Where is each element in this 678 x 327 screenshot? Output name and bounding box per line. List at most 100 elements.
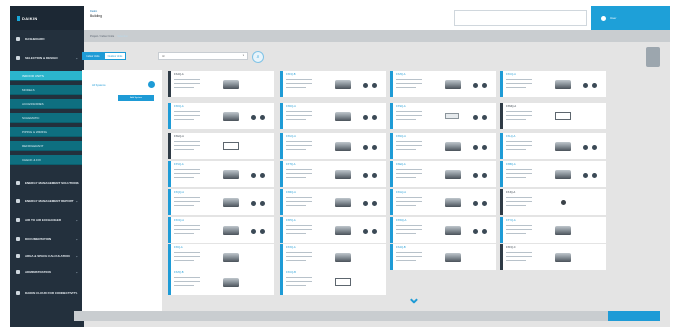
product-name: FXAQ-A — [174, 73, 184, 76]
product-card[interactable]: FXJQ-A — [500, 189, 606, 215]
product-card[interactable]: FXFQ-C — [500, 244, 606, 270]
product-card[interactable]: FXBQ-A — [500, 161, 606, 187]
search-button[interactable]: ⌕ — [252, 51, 264, 63]
product-card[interactable]: FXKQ-A — [168, 103, 274, 129]
product-detail-line — [286, 256, 312, 258]
product-card[interactable]: FXIQ-A — [168, 244, 274, 270]
sidebar-item-energy-management-solutions[interactable]: ENERGY MANAGEMENT SOLUTIONS ⌄ — [10, 176, 84, 190]
product-image — [223, 80, 239, 89]
product-card[interactable]: FXZQ-A — [390, 71, 496, 97]
sidebar-item-energy-management-report[interactable]: ENERGY MANAGEMENT REPORT ⌄ — [10, 194, 84, 208]
product-card[interactable]: FXOQ-A — [168, 217, 274, 243]
product-card[interactable]: FXWQ-A — [390, 217, 496, 243]
settings-icon — [16, 270, 20, 274]
product-image — [445, 226, 461, 235]
product-card[interactable]: FXLQ-A — [500, 133, 606, 159]
product-name: FXMQ-A — [506, 105, 517, 108]
sidebar-item-accessories[interactable]: ACCESSORIES — [10, 99, 84, 109]
product-detail-line — [396, 256, 422, 258]
chevron-down-icon: ⌄ — [75, 199, 78, 203]
product-detail-line — [506, 145, 532, 147]
fan-icon — [16, 218, 20, 222]
sidebar-item-selection-design[interactable]: SELECTION & DESIGN ⌄ — [10, 50, 84, 66]
product-card[interactable]: FXDQ-A — [280, 103, 386, 129]
product-card[interactable]: FXNQ-A — [390, 133, 496, 159]
product-detail-line — [396, 233, 416, 235]
product-card[interactable]: FXVQ-A — [168, 161, 274, 187]
product-image — [445, 198, 461, 207]
tab-indoor-units[interactable]: Indoor Units — [82, 52, 104, 60]
sidebar-item-label: AREA & SPACE CALCULATION — [25, 254, 70, 258]
product-card[interactable]: FXYQ-A — [500, 217, 606, 243]
cooling-icon — [363, 115, 368, 120]
product-image — [335, 170, 351, 179]
product-card[interactable]: FXMQ-A — [500, 103, 606, 129]
filter-select[interactable]: All ▾ — [158, 52, 248, 60]
sidebar-item-schematic[interactable]: SCHEMATIC — [10, 113, 84, 123]
user-menu-button[interactable]: User — [591, 6, 670, 30]
heating-icon — [372, 229, 377, 234]
sidebar-item-daikin-cloud-for-connectivity[interactable]: DAIKIN CLOUD FOR CONNECTIVITY ⌄ — [10, 286, 84, 300]
product-name: FXZQ-B — [174, 271, 184, 274]
product-card[interactable]: FXZQ-B — [168, 269, 274, 295]
product-detail-line — [396, 260, 416, 262]
product-card[interactable]: FXHQ-A — [168, 133, 274, 159]
system-panel-toggle[interactable] — [148, 81, 155, 88]
product-card[interactable]: FXTQ-A — [280, 161, 386, 187]
product-name: FXEQ-A — [396, 163, 406, 166]
product-name: FXJQ-A — [506, 191, 516, 194]
product-card[interactable]: FXQQ-A — [168, 189, 274, 215]
product-card[interactable]: FXXQ-A — [280, 244, 386, 270]
heating-icon — [260, 229, 265, 234]
product-image — [335, 278, 351, 286]
sidebar-item-indoor-units[interactable]: INDOOR UNITS — [10, 71, 84, 81]
product-detail-line — [286, 111, 312, 113]
product-card[interactable]: FXCQ-A — [500, 71, 606, 97]
add-system-button[interactable]: Add System — [118, 95, 154, 101]
product-card[interactable]: FXRQ-A — [280, 189, 386, 215]
product-card[interactable]: FXEQ-A — [390, 161, 496, 187]
product-detail-line — [396, 87, 416, 89]
product-detail-line — [286, 145, 312, 147]
chevron-down-icon: ⌄ — [75, 254, 78, 258]
breadcrumb-path[interactable]: Project / Indoor Units — [90, 35, 114, 38]
product-card[interactable]: FXGQ-A — [390, 189, 496, 215]
product-image — [223, 142, 239, 150]
product-detail-line — [286, 149, 306, 151]
heating-icon — [260, 201, 265, 206]
sidebar-item-administration[interactable]: ADMINISTRATION ⌄ — [10, 266, 84, 278]
chart-icon — [16, 199, 20, 203]
product-image — [445, 80, 461, 89]
sidebar-item-check-fix[interactable]: CHECK & FIX — [10, 155, 84, 165]
sidebar-item-refrigerant[interactable]: REFRIGERANT — [10, 141, 84, 151]
heating-icon — [372, 83, 377, 88]
product-detail-line — [506, 169, 532, 171]
side-panel-toggle[interactable] — [646, 47, 660, 67]
product-card[interactable]: FXSQ-A — [390, 103, 496, 129]
sidebar-item-air-to-air-exchanger[interactable]: AIR TO AIR EXCHANGER ⌄ — [10, 213, 84, 227]
sidebar-item-models[interactable]: MODELS — [10, 85, 84, 95]
expand-down-button[interactable]: ⌄ — [403, 289, 425, 307]
sidebar-item-piping-wiring[interactable]: PIPING & WIRING — [10, 127, 84, 137]
product-card[interactable]: FXAQ-B — [390, 244, 496, 270]
project-info: Daikin Building — [90, 10, 102, 18]
footer-action-button[interactable] — [608, 311, 660, 321]
product-detail-line — [506, 177, 526, 179]
system-panel: All Systems Add System — [82, 70, 162, 318]
sidebar-item-documentation[interactable]: DOCUMENTATION ⌄ — [10, 233, 84, 245]
sidebar-item-dashboard[interactable]: DASHBOARD — [10, 34, 84, 44]
product-detail-line — [286, 252, 312, 254]
tab-outdoor-units[interactable]: Outdoor Units — [104, 52, 126, 60]
product-card[interactable]: FXUQ-A — [280, 133, 386, 159]
sidebar-item-area-space-calculation[interactable]: AREA & SPACE CALCULATION ⌄ — [10, 250, 84, 262]
product-card[interactable]: FXFQ-B — [280, 71, 386, 97]
header-input-field[interactable] — [454, 10, 587, 26]
product-card[interactable]: FXAQ-A — [168, 71, 274, 97]
product-card[interactable]: FXPQ-A — [280, 217, 386, 243]
chevron-down-icon: ⌄ — [75, 218, 78, 222]
product-detail-line — [396, 79, 422, 81]
product-detail-line — [396, 111, 422, 113]
product-detail-line — [506, 252, 532, 254]
product-card[interactable]: FXCQ-B — [280, 269, 386, 295]
product-name: FXOQ-A — [174, 219, 184, 222]
